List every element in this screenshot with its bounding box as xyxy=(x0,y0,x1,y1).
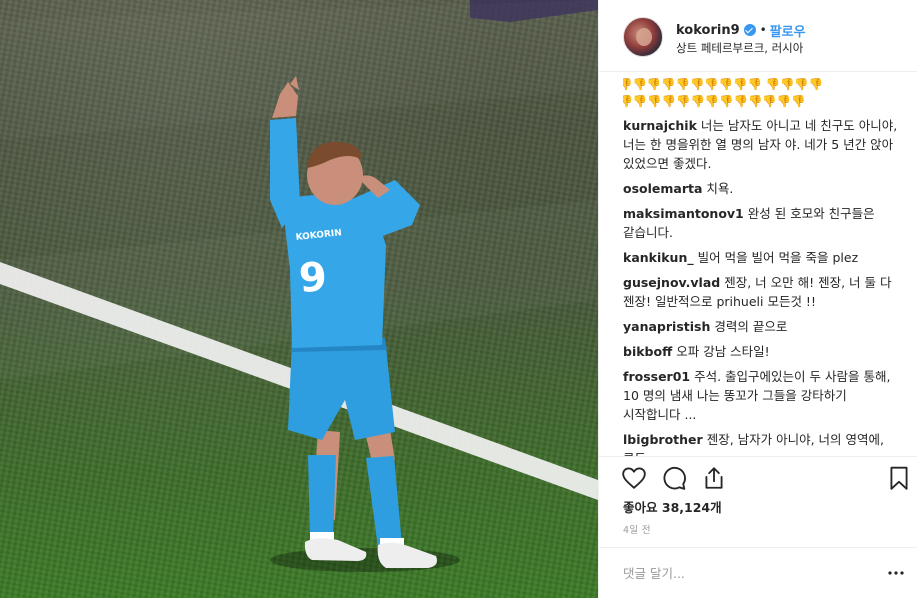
comment-author-link[interactable]: maksimantonov1 xyxy=(623,206,744,221)
comment-author-link[interactable]: lbigbrother xyxy=(623,432,703,447)
caption-emoji-row: 👎👎👎👎👎👎👎👎👎👎 👎👎👎👎 xyxy=(623,76,899,93)
comment-author-link[interactable]: bikboff xyxy=(623,344,672,359)
thumbs-down-emoji-row: 👎👎👎👎👎👎👎👎👎👎 👎👎👎👎 xyxy=(623,77,824,92)
comment-item: frosser01 주석. 출입구에있는이 두 사람을 통해, 10 명의 냄새 … xyxy=(623,367,899,424)
bookmark-icon[interactable] xyxy=(886,465,912,491)
caption: 👎👎👎👎👎👎👎👎👎👎 👎👎👎👎 👎👎👎👎👎👎👎👎👎👎👎👎👎 xyxy=(623,76,899,110)
comment-icon[interactable] xyxy=(661,465,687,491)
grass-stripe xyxy=(0,0,598,140)
comment-item: kurnajchik 너는 남자도 아니고 네 친구도 아니야, 너는 한 명을위… xyxy=(623,116,899,173)
comment-item: bikboff 오파 강남 스타일! xyxy=(623,342,899,361)
heart-icon[interactable] xyxy=(621,465,647,491)
username-row: kokorin9 • 팔로우 xyxy=(676,21,806,40)
post-timestamp[interactable]: 4일 전 xyxy=(623,522,651,536)
comment-item: gusejnov.vlad 젠장, 너 오만 해! 젠장, 너 둘 다 젠장! 일… xyxy=(623,273,899,311)
comment-item: yanapristish 경력의 끝으로 xyxy=(623,317,899,336)
comment-item: osolemarta 치욕. xyxy=(623,179,899,198)
comment-item: kankikun_ 빌어 먹을 빌어 먹을 죽을 plez xyxy=(623,248,899,267)
separator-dot: • xyxy=(759,23,767,37)
follow-button[interactable]: 팔로우 xyxy=(770,21,806,40)
location-link[interactable]: 상트 페테르부르크, 러시아 xyxy=(676,40,803,56)
comment-author-link[interactable]: kankikun_ xyxy=(623,250,694,265)
caption-emoji-row: 👎👎👎👎👎👎👎👎👎👎👎👎👎 xyxy=(623,93,899,110)
comment-author-link[interactable]: yanapristish xyxy=(623,319,710,334)
comment-item: lbigbrother젠장, 남자가 아니야, 너의 영역에, 콘돔 xyxy=(623,430,899,456)
comment-text: 빌어 먹을 빌어 먹을 죽을 plez xyxy=(697,250,859,265)
comments-list[interactable]: 👎👎👎👎👎👎👎👎👎👎 👎👎👎👎 👎👎👎👎👎👎👎👎👎👎👎👎👎 kurnajchik… xyxy=(623,76,899,456)
jersey-number: 9 xyxy=(297,254,328,302)
verified-badge-icon xyxy=(743,24,756,36)
post-side-panel: kokorin9 • 팔로우 상트 페테르부르크, 러시아 👎👎👎👎👎👎👎👎👎👎… xyxy=(598,0,917,598)
likes-label: 좋아요 xyxy=(623,500,658,515)
likes-count[interactable]: 좋아요 38,124개 xyxy=(623,497,722,516)
action-bar xyxy=(599,456,917,498)
comment-author-link[interactable]: kurnajchik xyxy=(623,118,697,133)
post-photo[interactable]: 9 KOKORIN xyxy=(0,0,598,598)
likes-number: 38,124개 xyxy=(661,500,722,515)
share-icon[interactable] xyxy=(701,465,727,491)
comment-item: maksimantonov1 완성 된 호모와 친구들은 같습니다. xyxy=(623,204,899,242)
comment-author-link[interactable]: gusejnov.vlad xyxy=(623,275,720,290)
comment-author-link[interactable]: osolemarta xyxy=(623,181,702,196)
username-link[interactable]: kokorin9 xyxy=(676,23,740,38)
more-options-icon[interactable] xyxy=(888,570,904,576)
add-comment-section xyxy=(599,547,917,598)
comment-author-link[interactable]: frosser01 xyxy=(623,369,690,384)
thumbs-down-emoji-row: 👎👎👎👎👎👎👎👎👎👎👎👎👎 xyxy=(623,94,806,109)
post-header: kokorin9 • 팔로우 상트 페테르부르크, 러시아 xyxy=(599,0,917,72)
football-player-image: 9 KOKORIN xyxy=(0,0,598,572)
avatar[interactable] xyxy=(623,17,663,57)
comment-text: 오파 강남 스타일! xyxy=(676,344,770,359)
comment-input[interactable] xyxy=(623,562,873,584)
comment-text: 경력의 끝으로 xyxy=(714,319,788,334)
comment-text: 치욕. xyxy=(706,181,734,196)
